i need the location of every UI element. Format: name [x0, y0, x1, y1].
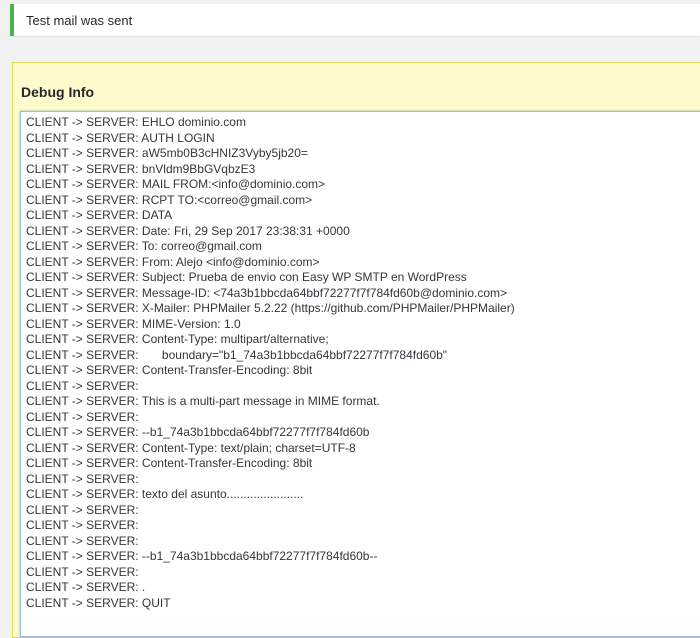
debug-log-line: CLIENT -> SERVER: X-Mailer: PHPMailer 5.…: [26, 301, 515, 315]
debug-log-line: CLIENT -> SERVER: To: correo@gmail.com: [26, 239, 262, 253]
debug-log-line: CLIENT -> SERVER: DATA: [26, 208, 173, 222]
debug-log-line: CLIENT -> SERVER: Subject: Prueba de env…: [26, 270, 467, 284]
debug-log-line: CLIENT -> SERVER: texto del asunto......…: [26, 487, 304, 501]
debug-log-line: CLIENT -> SERVER: RCPT TO:<correo@gmail.…: [26, 192, 313, 207]
debug-log-line: CLIENT -> SERVER: Content-Type: multipar…: [26, 332, 329, 346]
notice-message: Test mail was sent: [26, 13, 133, 28]
debug-log-line: CLIENT -> SERVER:: [26, 564, 139, 579]
debug-log-line: CLIENT -> SERVER: --b1_74a3b1bbcda64bbf7…: [26, 549, 378, 563]
debug-log-line: CLIENT -> SERVER: MIME-Version: 1.0: [26, 316, 241, 331]
debug-log-line: CLIENT -> SERVER: Content-Transfer-Encod…: [26, 456, 313, 470]
debug-log-line: CLIENT -> SERVER: QUIT: [26, 595, 171, 610]
debug-log-line: CLIENT -> SERVER: This is a multi-part m…: [26, 394, 380, 408]
debug-log-line: CLIENT -> SERVER: Message-ID: <74a3b1bbc…: [26, 285, 508, 300]
debug-log-line: CLIENT -> SERVER: --b1_74a3b1bbcda64bbf7…: [26, 425, 370, 439]
debug-log-line: CLIENT -> SERVER:: [26, 378, 139, 393]
debug-log-line: CLIENT -> SERVER:: [26, 471, 139, 486]
debug-log-line: CLIENT -> SERVER: Content-Transfer-Encod…: [26, 363, 313, 377]
debug-log-line: CLIENT -> SERVER: AUTH LOGIN: [26, 130, 215, 145]
debug-log-line: CLIENT -> SERVER: From: Alejo <info@domi…: [26, 254, 320, 269]
debug-log-line: CLIENT -> SERVER: .: [26, 580, 146, 594]
debug-info-title: Debug Info: [21, 84, 95, 100]
debug-log-line: CLIENT -> SERVER: Date: Fri, 29 Sep 2017…: [26, 223, 350, 238]
debug-log-line: CLIENT -> SERVER:: [26, 518, 139, 532]
debug-log-line: CLIENT -> SERVER:: [26, 409, 139, 424]
debug-log-line: CLIENT -> SERVER: EHLO dominio.com: [26, 115, 246, 129]
debug-log-lines: CLIENT -> SERVER: EHLO dominio.com CLIENT…: [26, 115, 515, 611]
debug-log-line: CLIENT -> SERVER: bnVldm9BbGVqbzE3: [26, 161, 256, 176]
debug-log-line: CLIENT -> SERVER:: [26, 533, 139, 548]
success-notice: Test mail was sent: [10, 4, 700, 36]
debug-log-line: CLIENT -> SERVER: MAIL FROM:<info@domini…: [26, 177, 326, 191]
debug-info-panel: Debug Info CLIENT -> SERVER: EHLO domini…: [12, 62, 700, 638]
debug-log-line: CLIENT -> SERVER:: [26, 502, 139, 517]
debug-log-line: CLIENT -> SERVER: Content-Type: text/pla…: [26, 440, 356, 455]
debug-log-textarea[interactable]: CLIENT -> SERVER: EHLO dominio.com CLIENT…: [20, 111, 700, 637]
debug-log-line: CLIENT -> SERVER: boundary="b1_74a3b1bbc…: [26, 347, 448, 362]
debug-log-line: CLIENT -> SERVER: aW5mb0B3cHNIZ3Vyby5jb2…: [26, 146, 308, 160]
